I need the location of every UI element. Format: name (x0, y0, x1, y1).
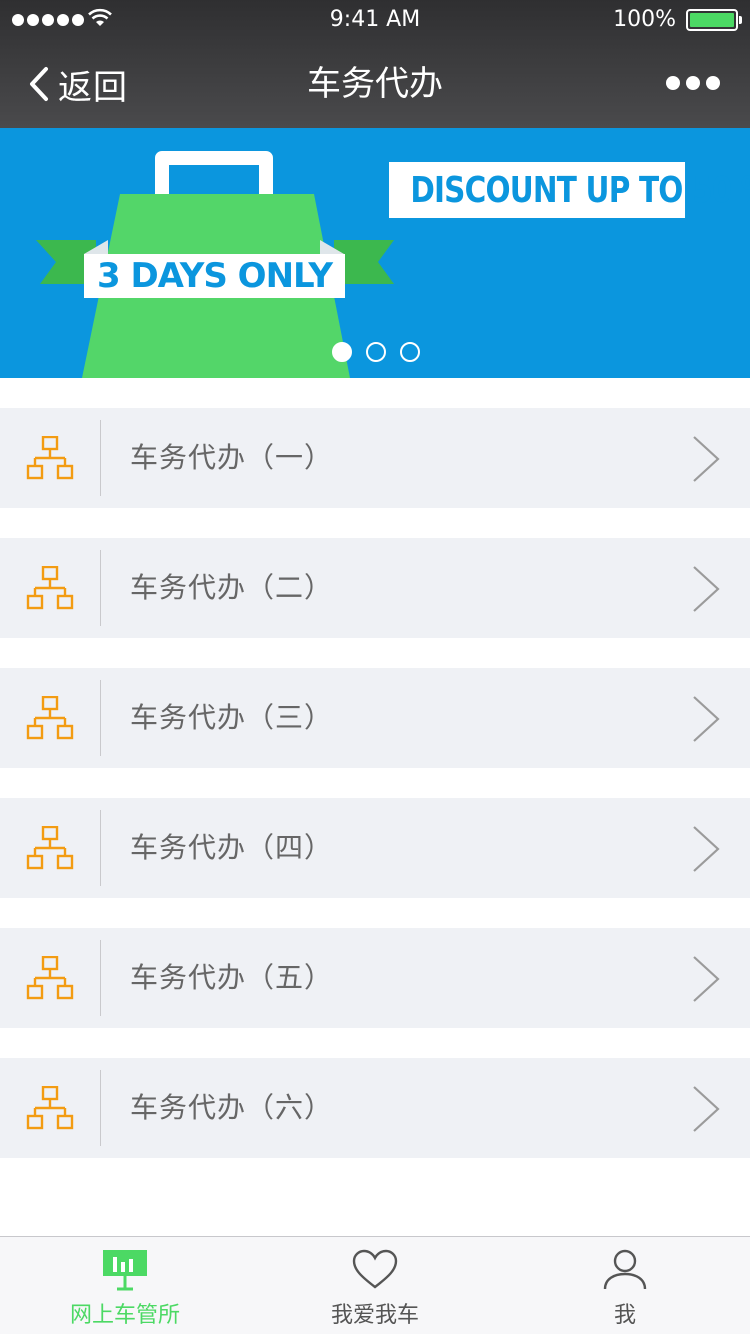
org-chart-icon (26, 1086, 74, 1130)
list-item-label: 车务代办（六） (130, 1091, 334, 1124)
chevron-right-icon (693, 436, 720, 482)
tab-my-car[interactable]: 我爱我车 (250, 1237, 500, 1334)
presentation-board-icon (103, 1250, 147, 1291)
list-item-label: 车务代办（四） (130, 831, 334, 864)
chevron-right-icon (693, 696, 720, 742)
list-item[interactable]: 车务代办（三） (0, 668, 750, 768)
status-bar: 9:41 AM 100% (0, 0, 750, 40)
more-button[interactable] (666, 76, 720, 90)
org-chart-icon (26, 696, 74, 740)
divider (100, 810, 101, 886)
tab-label: 我 (613, 1303, 636, 1328)
divider (100, 550, 101, 626)
more-dot-icon (706, 76, 720, 90)
list-item[interactable]: 车务代办（二） (0, 538, 750, 638)
battery-icon (686, 9, 742, 31)
chevron-left-icon (30, 67, 48, 101)
divider (100, 420, 101, 496)
list-item[interactable]: 车务代办（五） (0, 928, 750, 1028)
header: 9:41 AM 100% 返回 车务代办 (0, 0, 750, 128)
battery-percent: 100% (613, 7, 676, 32)
chevron-right-icon (693, 826, 720, 872)
tab-bar: 网上车管所 我爱我车 我 (0, 1236, 750, 1334)
back-button[interactable]: 返回 (28, 62, 128, 108)
carousel-dot[interactable] (332, 342, 352, 362)
more-dot-icon (686, 76, 700, 90)
heart-icon (352, 1249, 398, 1289)
chevron-right-icon (693, 566, 720, 612)
divider (100, 680, 101, 756)
carousel-dots (332, 342, 420, 362)
list-item[interactable]: 车务代办（一） (0, 408, 750, 508)
tab-label: 网上车管所 (69, 1303, 180, 1328)
list-item[interactable]: 车务代办（六） (0, 1058, 750, 1158)
discount-headline: DISCOUNT UP TO 50 % (389, 162, 750, 218)
list-item-label: 车务代办（五） (130, 961, 334, 994)
tab-label: 我爱我车 (330, 1303, 419, 1328)
org-chart-icon (26, 566, 74, 610)
list-item[interactable]: 车务代办（四） (0, 798, 750, 898)
days-only-tag: 3 DAYS ONLY (84, 254, 345, 298)
back-label: 返回 (58, 67, 128, 108)
divider (100, 1070, 101, 1146)
person-icon (603, 1249, 647, 1290)
tab-online-vehicle-office[interactable]: 网上车管所 (0, 1237, 250, 1334)
org-chart-icon (26, 956, 74, 1000)
service-list: 车务代办（一） 车务代办（二） 车务代办（三） 车务代办（四） 车务代办（五） … (0, 408, 750, 1188)
chevron-right-icon (693, 956, 720, 1002)
divider (100, 940, 101, 1016)
more-dot-icon (666, 76, 680, 90)
tab-me[interactable]: 我 (500, 1237, 750, 1334)
promo-banner[interactable]: DISCOUNT UP TO 50 % 3 DAYS ONLY (0, 128, 750, 378)
list-item-label: 车务代办（二） (130, 571, 334, 604)
org-chart-icon (26, 826, 74, 870)
list-item-label: 车务代办（三） (130, 701, 334, 734)
carousel-dot[interactable] (400, 342, 420, 362)
list-item-label: 车务代办（一） (130, 441, 334, 474)
chevron-right-icon (693, 1086, 720, 1132)
org-chart-icon (26, 436, 74, 480)
carousel-dot[interactable] (366, 342, 386, 362)
